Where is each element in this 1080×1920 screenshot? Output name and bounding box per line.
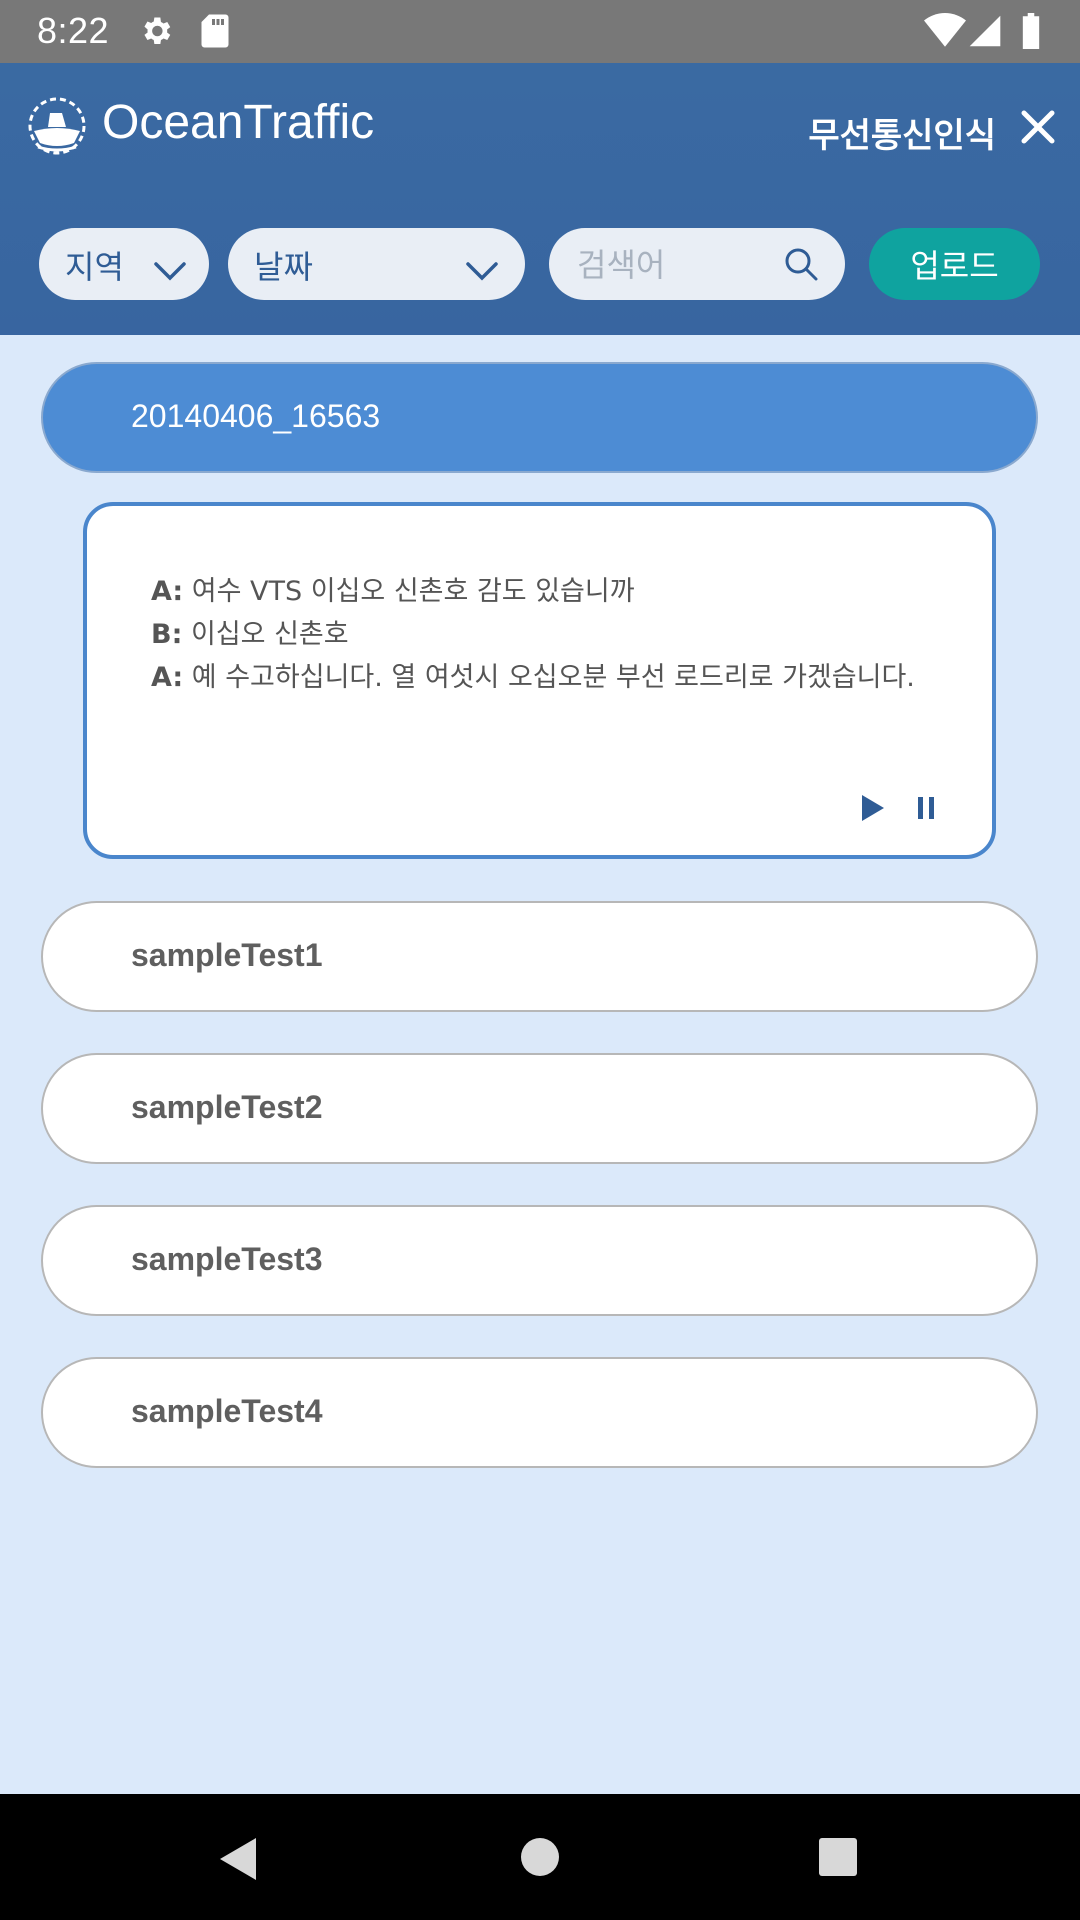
transcript-line: B: 이십오 신촌호 <box>151 613 941 656</box>
speaker-label: A: <box>151 576 184 607</box>
recording-item[interactable]: sampleTest1 <box>41 901 1038 1012</box>
transcript-line: A: 여수 VTS 이십오 신촌호 감도 있습니까 <box>151 570 941 613</box>
chevron-down-icon <box>465 252 499 290</box>
date-dropdown[interactable]: 날짜 <box>228 228 525 300</box>
status-bar: 8:22 <box>0 0 1080 63</box>
transcript-text: 여수 VTS 이십오 신촌호 감도 있습니까 <box>191 576 635 607</box>
recording-item[interactable]: sampleTest3 <box>41 1205 1038 1316</box>
mode-label: 무선통신인식 <box>808 116 996 156</box>
pause-icon[interactable] <box>916 793 936 827</box>
region-dropdown-label: 지역 <box>65 248 124 286</box>
transcript-lines: A: 여수 VTS 이십오 신촌호 감도 있습니까 B: 이십오 신촌호 A: … <box>151 570 941 699</box>
home-icon[interactable] <box>519 1836 561 1882</box>
recording-name: sampleTest1 <box>131 937 323 973</box>
transcript-line: A: 예 수고하십니다. 열 여섯시 오십오분 부선 로드리로 가겠습니다. <box>151 656 941 699</box>
recording-name: sampleTest4 <box>131 1393 323 1429</box>
recording-item[interactable]: sampleTest4 <box>41 1357 1038 1468</box>
back-icon[interactable] <box>216 1836 260 1886</box>
search-box <box>549 228 845 300</box>
recording-name: 20140406_16563 <box>131 398 381 434</box>
chevron-down-icon <box>153 252 187 290</box>
play-icon[interactable] <box>860 793 886 827</box>
status-time: 8:22 <box>37 10 110 51</box>
search-icon[interactable] <box>783 246 819 286</box>
app-title: OceanTraffic <box>102 96 375 149</box>
app-header: OceanTraffic 무선통신인식 지역 날짜 업로드 <box>0 63 1080 335</box>
region-dropdown[interactable]: 지역 <box>39 228 209 300</box>
speaker-label: A: <box>151 662 184 693</box>
recents-icon[interactable] <box>817 1836 859 1882</box>
speaker-label: B: <box>151 619 183 650</box>
player-controls <box>860 793 936 827</box>
recording-item[interactable]: sampleTest2 <box>41 1053 1038 1164</box>
transcript-text: 이십오 신촌호 <box>190 619 349 650</box>
recording-name: sampleTest3 <box>131 1241 323 1277</box>
upload-button[interactable]: 업로드 <box>869 228 1040 300</box>
battery-icon <box>1020 13 1042 53</box>
recording-item-active[interactable]: 20140406_16563 <box>41 362 1038 473</box>
search-input[interactable] <box>575 238 779 292</box>
transcript-text: 예 수고하십니다. 열 여섯시 오십오분 부선 로드리로 가겠습니다. <box>191 662 915 693</box>
wifi-icon <box>924 13 966 53</box>
gear-icon <box>138 13 174 53</box>
sd-card-icon <box>200 13 230 53</box>
date-dropdown-label: 날짜 <box>254 248 313 286</box>
transcript-card: A: 여수 VTS 이십오 신촌호 감도 있습니까 B: 이십오 신촌호 A: … <box>83 502 996 859</box>
system-nav-bar <box>0 1794 1080 1920</box>
ship-logo-icon <box>28 97 86 159</box>
recording-name: sampleTest2 <box>131 1089 323 1125</box>
close-icon[interactable] <box>1016 105 1060 149</box>
signal-icon <box>968 13 1002 53</box>
